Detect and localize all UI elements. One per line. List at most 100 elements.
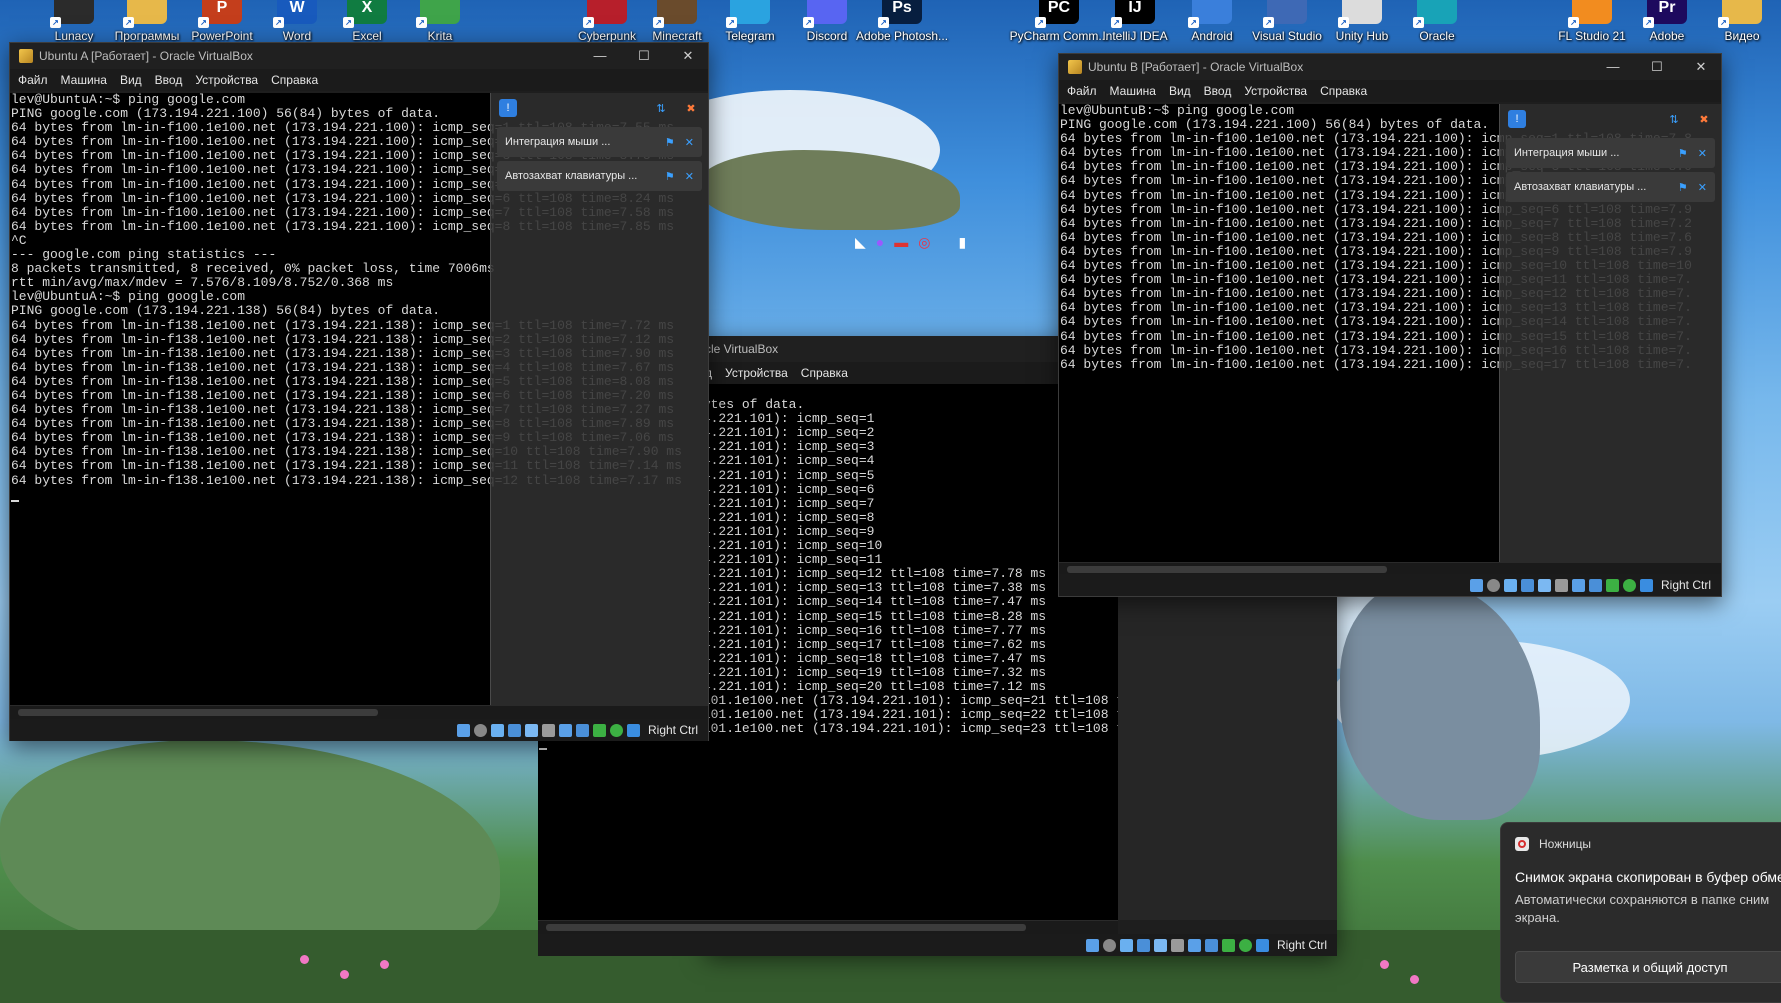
cpu-icon[interactable] xyxy=(1221,938,1235,952)
pin-icon[interactable]: ⚑ xyxy=(665,170,675,183)
close-icon[interactable]: ✕ xyxy=(1698,147,1707,160)
audio-icon[interactable] xyxy=(1503,578,1517,592)
desktop-icon-folder-icon[interactable]: Видео xyxy=(1710,0,1774,56)
menu-machine[interactable]: Машина xyxy=(61,73,107,87)
pin-icon[interactable]: ⚑ xyxy=(665,136,675,149)
shared-folders-icon[interactable] xyxy=(1170,938,1184,952)
language-flag-icon[interactable]: ▬ xyxy=(894,234,908,250)
clear-all-icon[interactable]: ✖ xyxy=(682,99,700,117)
optical-drive-icon[interactable] xyxy=(1486,578,1500,592)
cpu-icon[interactable] xyxy=(1605,578,1619,592)
desktop-icon-label: Discord xyxy=(806,29,848,43)
menu-view[interactable]: Вид xyxy=(120,73,142,87)
desktop-icon-premiere-icon[interactable]: PrAdobe xyxy=(1635,0,1699,56)
close-button[interactable]: ✕ xyxy=(1681,54,1721,80)
close-button[interactable]: ✕ xyxy=(668,43,708,69)
desktop-icon-telegram-icon[interactable]: Telegram xyxy=(718,0,782,56)
notification-mouse-integration[interactable]: Интеграция мыши ... ⚑ ✕ xyxy=(497,127,702,157)
scroll-thumb[interactable] xyxy=(1067,566,1387,573)
mouse-integration-icon[interactable] xyxy=(1622,578,1636,592)
optical-drive-icon[interactable] xyxy=(1102,938,1116,952)
maximize-button[interactable]: ☐ xyxy=(624,43,664,69)
vm-c-hscrollbar[interactable] xyxy=(538,920,1118,934)
audio-icon[interactable] xyxy=(1119,938,1133,952)
minimize-button[interactable]: — xyxy=(580,43,620,69)
desktop-icon-intellij-icon[interactable]: IJIntelliJ IDEA xyxy=(1102,0,1168,56)
close-icon[interactable]: ✕ xyxy=(685,170,694,183)
shared-folders-icon[interactable] xyxy=(541,723,555,737)
usb-icon[interactable] xyxy=(1153,938,1167,952)
menu-item[interactable]: Устройства xyxy=(725,366,788,380)
network-icon[interactable]: ◣ xyxy=(855,234,866,251)
menu-view[interactable]: Вид xyxy=(1169,84,1191,98)
menu-help[interactable]: Справка xyxy=(1320,84,1367,98)
notification-keyboard-capture[interactable]: Автозахват клавиатуры ... ⚑ ✕ xyxy=(1506,172,1715,202)
close-icon[interactable]: ✕ xyxy=(685,136,694,149)
app-tray-icon[interactable]: ● xyxy=(876,234,884,250)
desktop-icon-discord-icon[interactable]: Discord xyxy=(795,0,859,56)
pin-icon[interactable]: ⚑ xyxy=(1678,181,1688,194)
menu-input[interactable]: Ввод xyxy=(1204,84,1232,98)
menu-devices[interactable]: Устройства xyxy=(195,73,258,87)
display-icon[interactable] xyxy=(1187,938,1201,952)
menu-devices[interactable]: Устройства xyxy=(1244,84,1307,98)
maximize-button[interactable]: ☐ xyxy=(1637,54,1677,80)
clear-all-icon[interactable]: ✖ xyxy=(1695,110,1713,128)
shared-folders-icon[interactable] xyxy=(1554,578,1568,592)
vm-b-titlebar[interactable]: Ubuntu B [Работает] - Oracle VirtualBox … xyxy=(1059,54,1721,80)
vm-window-a[interactable]: Ubuntu A [Работает] - Oracle VirtualBox … xyxy=(9,42,709,741)
desktop-icon-unity-hub-icon[interactable]: Unity Hub xyxy=(1330,0,1394,56)
snipping-tool-toast[interactable]: Ножницы Снимок экрана скопирован в буфер… xyxy=(1500,822,1781,1003)
scroll-thumb[interactable] xyxy=(18,709,378,716)
display-icon[interactable] xyxy=(558,723,572,737)
desktop-icon-android-studio-icon[interactable]: Android xyxy=(1180,0,1244,56)
network-adapter-icon[interactable] xyxy=(507,723,521,737)
hdd-icon[interactable] xyxy=(456,723,470,737)
notification-icon[interactable]: ! xyxy=(499,99,517,117)
vm-a-hscrollbar[interactable] xyxy=(10,705,708,719)
mouse-integration-icon[interactable] xyxy=(609,723,623,737)
powerpoint-icon: P xyxy=(198,0,242,28)
usb-icon[interactable] xyxy=(524,723,538,737)
notification-keyboard-capture[interactable]: Автозахват клавиатуры ... ⚑ ✕ xyxy=(497,161,702,191)
cpu-icon[interactable] xyxy=(592,723,606,737)
scroll-thumb[interactable] xyxy=(546,924,1026,931)
vm-window-b[interactable]: Ubuntu B [Работает] - Oracle VirtualBox … xyxy=(1058,53,1722,597)
mouse-integration-icon[interactable] xyxy=(1238,938,1252,952)
menu-machine[interactable]: Машина xyxy=(1110,84,1156,98)
close-icon[interactable]: ✕ xyxy=(1698,181,1707,194)
recording-icon[interactable] xyxy=(1588,578,1602,592)
keyboard-capture-icon[interactable] xyxy=(626,723,640,737)
menu-input[interactable]: Ввод xyxy=(155,73,183,87)
network-adapter-icon[interactable] xyxy=(1520,578,1534,592)
notification-icon[interactable]: ! xyxy=(1508,110,1526,128)
recording-icon[interactable] xyxy=(1204,938,1218,952)
keyboard-capture-icon[interactable] xyxy=(1639,578,1653,592)
menu-file[interactable]: Файл xyxy=(18,73,48,87)
recording-icon[interactable] xyxy=(575,723,589,737)
desktop-icon-pycharm-icon[interactable]: PCPyCharm Comm... xyxy=(1010,0,1108,56)
desktop-icon-oracle-icon[interactable]: Oracle xyxy=(1405,0,1469,56)
desktop-icon-photoshop-icon[interactable]: PsAdobe Photosh... xyxy=(856,0,948,56)
menu-help[interactable]: Справка xyxy=(271,73,318,87)
minimize-button[interactable]: — xyxy=(1593,54,1633,80)
sort-icon[interactable]: ⇅ xyxy=(652,99,670,117)
network-adapter-icon[interactable] xyxy=(1136,938,1150,952)
hdd-icon[interactable] xyxy=(1469,578,1483,592)
sort-icon[interactable]: ⇅ xyxy=(1665,110,1683,128)
audio-icon[interactable] xyxy=(490,723,504,737)
optical-drive-icon[interactable] xyxy=(473,723,487,737)
usb-icon[interactable] xyxy=(1537,578,1551,592)
display-icon[interactable] xyxy=(1571,578,1585,592)
pin-icon[interactable]: ⚑ xyxy=(1678,147,1688,160)
desktop-icon-fl-studio-icon[interactable]: FL Studio 21 xyxy=(1558,0,1626,56)
hdd-icon[interactable] xyxy=(1085,938,1099,952)
vm-a-titlebar[interactable]: Ubuntu A [Работает] - Oracle VirtualBox … xyxy=(10,43,708,69)
menu-file[interactable]: Файл xyxy=(1067,84,1097,98)
notification-mouse-integration[interactable]: Интеграция мыши ... ⚑ ✕ xyxy=(1506,138,1715,168)
target-icon[interactable]: ◎ xyxy=(918,234,930,251)
markup-and-share-button[interactable]: Разметка и общий доступ xyxy=(1515,951,1781,983)
desktop-icon-visual-studio-icon[interactable]: Visual Studio xyxy=(1252,0,1322,56)
keyboard-capture-icon[interactable] xyxy=(1255,938,1269,952)
menu-item[interactable]: Справка xyxy=(801,366,848,380)
